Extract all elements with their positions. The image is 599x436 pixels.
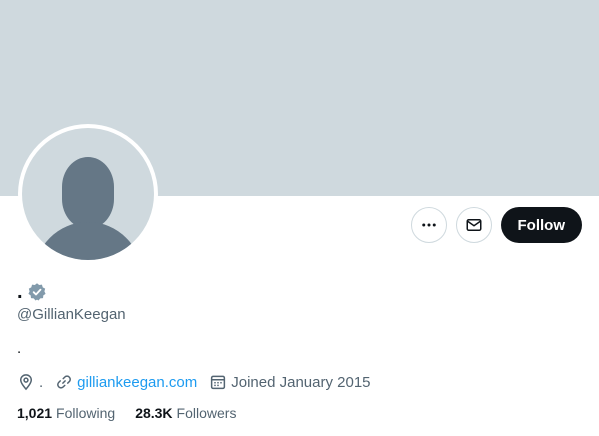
- followers-count: 28.3K: [135, 405, 173, 421]
- message-button[interactable]: [455, 207, 492, 243]
- default-avatar-icon: [22, 128, 154, 260]
- verified-badge-icon[interactable]: [27, 282, 47, 302]
- profile-handle: @GillianKeegan: [17, 306, 126, 323]
- follow-stats: 1,021 Following 28.3K Followers: [17, 405, 256, 421]
- envelope-icon: [466, 219, 481, 231]
- joined-item: Joined January 2015: [209, 373, 371, 391]
- website-link[interactable]: gilliankeegan.com: [77, 374, 197, 391]
- following-stat[interactable]: 1,021 Following: [17, 405, 115, 421]
- profile-bio: .: [17, 340, 22, 357]
- following-label: Following: [56, 405, 116, 421]
- calendar-icon: [211, 375, 226, 390]
- location-pin-icon: [19, 374, 33, 391]
- profile-actions: Follow: [410, 207, 582, 243]
- website-item[interactable]: gilliankeegan.com: [55, 373, 197, 391]
- profile-avatar[interactable]: [18, 124, 158, 264]
- location-text: .: [39, 373, 44, 391]
- profile-meta: . gilliankeegan.com Joined January 2015: [17, 373, 383, 391]
- joined-date: Joined January 2015: [231, 373, 371, 391]
- location-item: .: [17, 373, 43, 391]
- more-button[interactable]: [410, 207, 447, 243]
- followers-stat[interactable]: 28.3K Followers: [135, 405, 236, 421]
- name-row: .: [17, 282, 47, 302]
- avatar-head-shape: [62, 157, 114, 229]
- following-count: 1,021: [17, 405, 53, 421]
- followers-label: Followers: [176, 405, 237, 421]
- link-icon: [57, 375, 72, 389]
- more-horizontal-icon: [421, 223, 436, 227]
- avatar-body-shape: [34, 222, 142, 260]
- display-name: .: [17, 281, 23, 303]
- follow-button[interactable]: Follow: [500, 207, 582, 243]
